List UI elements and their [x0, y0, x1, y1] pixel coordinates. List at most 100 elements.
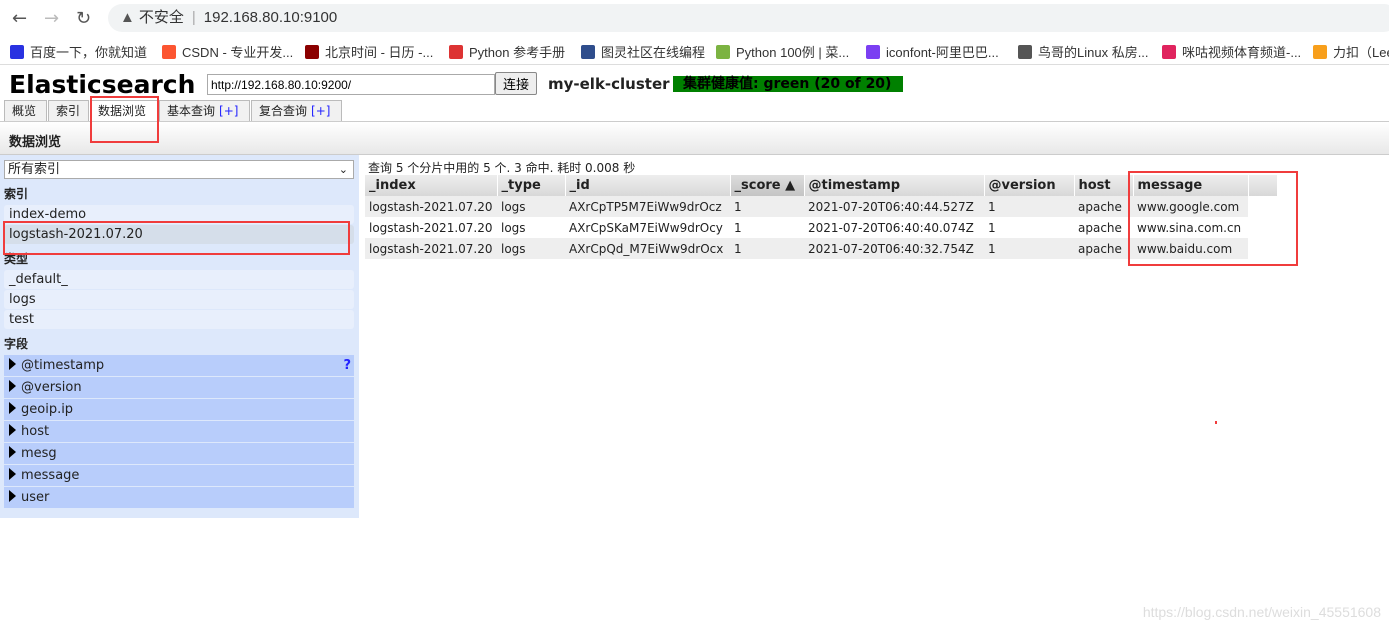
- column-header[interactable]: _score ▲: [730, 175, 805, 196]
- sidebar-field-item[interactable]: mesg: [4, 443, 354, 464]
- bookmark-item[interactable]: 鸟哥的Linux 私房...: [1018, 42, 1149, 61]
- sidebar-field-item[interactable]: @timestamp?: [4, 355, 354, 376]
- sidebar-type-item[interactable]: logs: [4, 290, 354, 309]
- address-bar[interactable]: ▲ 不安全 | 192.168.80.10:9100: [108, 4, 1389, 32]
- caret-right-icon: [9, 358, 16, 370]
- connect-button[interactable]: 连接: [495, 72, 537, 95]
- warning-icon: ▲: [120, 9, 135, 26]
- annotation-dot: [1215, 421, 1217, 424]
- column-header[interactable]: _id: [565, 175, 731, 196]
- table-cell: logs: [497, 238, 565, 259]
- connect-url-input[interactable]: [207, 74, 495, 95]
- bookmark-item[interactable]: 百度一下，你就知道: [10, 42, 147, 61]
- column-header[interactable]: @timestamp: [804, 175, 985, 196]
- bookmark-favicon-icon: [1162, 45, 1176, 59]
- bookmark-favicon-icon: [305, 45, 319, 59]
- sidebar-type-item[interactable]: _default_: [4, 270, 354, 289]
- tab-label: 复合查询: [259, 104, 308, 118]
- bookmark-item[interactable]: Python 参考手册: [449, 42, 565, 61]
- sidebar-field-item[interactable]: @version: [4, 377, 354, 398]
- column-header[interactable]: host: [1074, 175, 1134, 196]
- field-name: message: [21, 468, 80, 483]
- table-cell: apache: [1074, 238, 1133, 259]
- table-cell: apache: [1078, 220, 1122, 235]
- table-cell: 2021-07-20T06:40:32.754Z: [804, 238, 984, 259]
- url-text: 192.168.80.10:9100: [203, 9, 338, 26]
- bookmark-label: CSDN - 专业开发...: [182, 45, 294, 60]
- annotation-box: [90, 96, 159, 143]
- bookmark-item[interactable]: CSDN - 专业开发...: [162, 42, 293, 61]
- bookmarks-bar: 百度一下，你就知道 CSDN - 专业开发... 北京时间 - 日历 -... Pyt…: [0, 35, 1389, 65]
- bookmark-label: 图灵社区在线编程: [601, 45, 706, 60]
- sidebar-field-item[interactable]: host: [4, 421, 354, 442]
- bookmark-label: 力扣（Lee: [1333, 45, 1389, 60]
- sidebar-field-item[interactable]: user: [4, 487, 354, 508]
- forward-icon[interactable]: →: [44, 8, 59, 29]
- field-name: @version: [21, 380, 82, 395]
- bookmark-favicon-icon: [716, 45, 730, 59]
- tab-label: 概览: [12, 104, 37, 118]
- column-header[interactable]: @version: [984, 175, 1075, 196]
- annotation-box: [3, 221, 350, 255]
- caret-right-icon: [9, 402, 16, 414]
- tab-label: 基本查询: [167, 104, 216, 118]
- back-icon[interactable]: ←: [12, 8, 27, 29]
- reload-icon[interactable]: ↻: [76, 8, 91, 29]
- sidebar-field-item[interactable]: message: [4, 465, 354, 486]
- sidebar: 所有索引 ⌄ 索引 类型 字段 index-demo logstash-2021.0…: [0, 155, 359, 518]
- bookmark-item[interactable]: 咪咕视频体育频道-...: [1162, 42, 1301, 61]
- tab-label: 索引: [56, 104, 81, 118]
- fields-heading: 字段: [4, 337, 29, 351]
- table-cell: 1: [734, 220, 742, 235]
- index-select[interactable]: 所有索引 ⌄: [4, 160, 354, 179]
- tab-4[interactable]: 复合查询 [+]: [251, 100, 342, 121]
- bookmark-favicon-icon: [162, 45, 176, 59]
- help-icon[interactable]: ?: [343, 355, 351, 376]
- page-title: 数据浏览: [9, 135, 62, 150]
- bookmark-item[interactable]: 图灵社区在线编程: [581, 42, 705, 61]
- bookmark-label: 百度一下，你就知道: [30, 45, 148, 60]
- column-header[interactable]: _index: [365, 175, 498, 196]
- table-cell: 1: [984, 196, 1074, 217]
- bookmark-label: Python 参考手册: [469, 45, 566, 60]
- table-cell: apache: [1074, 196, 1133, 217]
- browser-toolbar: ← → ↻ ▲ 不安全 | 192.168.80.10:9100: [0, 0, 1389, 35]
- cluster-health-badge: 集群健康值: green (20 of 20): [673, 76, 903, 92]
- bookmark-favicon-icon: [10, 45, 24, 59]
- security-label: 不安全: [138, 9, 184, 26]
- tab-0[interactable]: 概览: [4, 100, 47, 121]
- bookmark-label: 咪咕视频体育频道-...: [1182, 45, 1302, 60]
- table-cell: AXrCpQd_M7EiWw9drOcx: [565, 238, 730, 259]
- tab-add-icon[interactable]: [+]: [311, 104, 330, 118]
- bookmark-item[interactable]: 力扣（Lee: [1313, 42, 1389, 61]
- tab-1[interactable]: 索引: [48, 100, 89, 121]
- tab-add-icon[interactable]: [+]: [219, 104, 238, 118]
- chevron-down-icon: ⌄: [338, 163, 348, 176]
- column-header[interactable]: _type: [497, 175, 566, 196]
- field-name: host: [21, 424, 50, 439]
- bookmark-item[interactable]: 北京时间 - 日历 -...: [305, 42, 433, 61]
- sidebar-type-item[interactable]: test: [4, 310, 354, 329]
- field-name: user: [21, 490, 50, 505]
- bookmark-item[interactable]: Python 100例 | 菜...: [716, 42, 849, 61]
- caret-right-icon: [9, 446, 16, 458]
- bookmark-favicon-icon: [1018, 45, 1032, 59]
- index-select-value: 所有索引: [8, 162, 61, 177]
- table-cell: 2021-07-20T06:40:44.527Z: [804, 196, 984, 217]
- sidebar-field-item[interactable]: geoip.ip: [4, 399, 354, 420]
- bookmark-item[interactable]: iconfont-阿里巴巴...: [866, 42, 999, 61]
- caret-right-icon: [9, 490, 16, 502]
- field-name: geoip.ip: [21, 402, 74, 417]
- annotation-box: [1128, 171, 1298, 266]
- caret-right-icon: [9, 424, 16, 436]
- bookmark-label: iconfont-阿里巴巴...: [886, 45, 999, 60]
- table-cell: logstash-2021.07.20: [369, 220, 493, 235]
- caret-right-icon: [9, 380, 16, 392]
- tab-3[interactable]: 基本查询 [+]: [159, 100, 250, 121]
- indices-heading: 索引: [4, 187, 29, 201]
- cluster-name: my-elk-cluster: [548, 75, 670, 93]
- table-cell: logstash-2021.07.20: [365, 196, 497, 217]
- bookmark-label: Python 100例 | 菜...: [736, 45, 850, 60]
- table-cell: 1: [988, 220, 996, 235]
- table-cell: logs: [501, 220, 526, 235]
